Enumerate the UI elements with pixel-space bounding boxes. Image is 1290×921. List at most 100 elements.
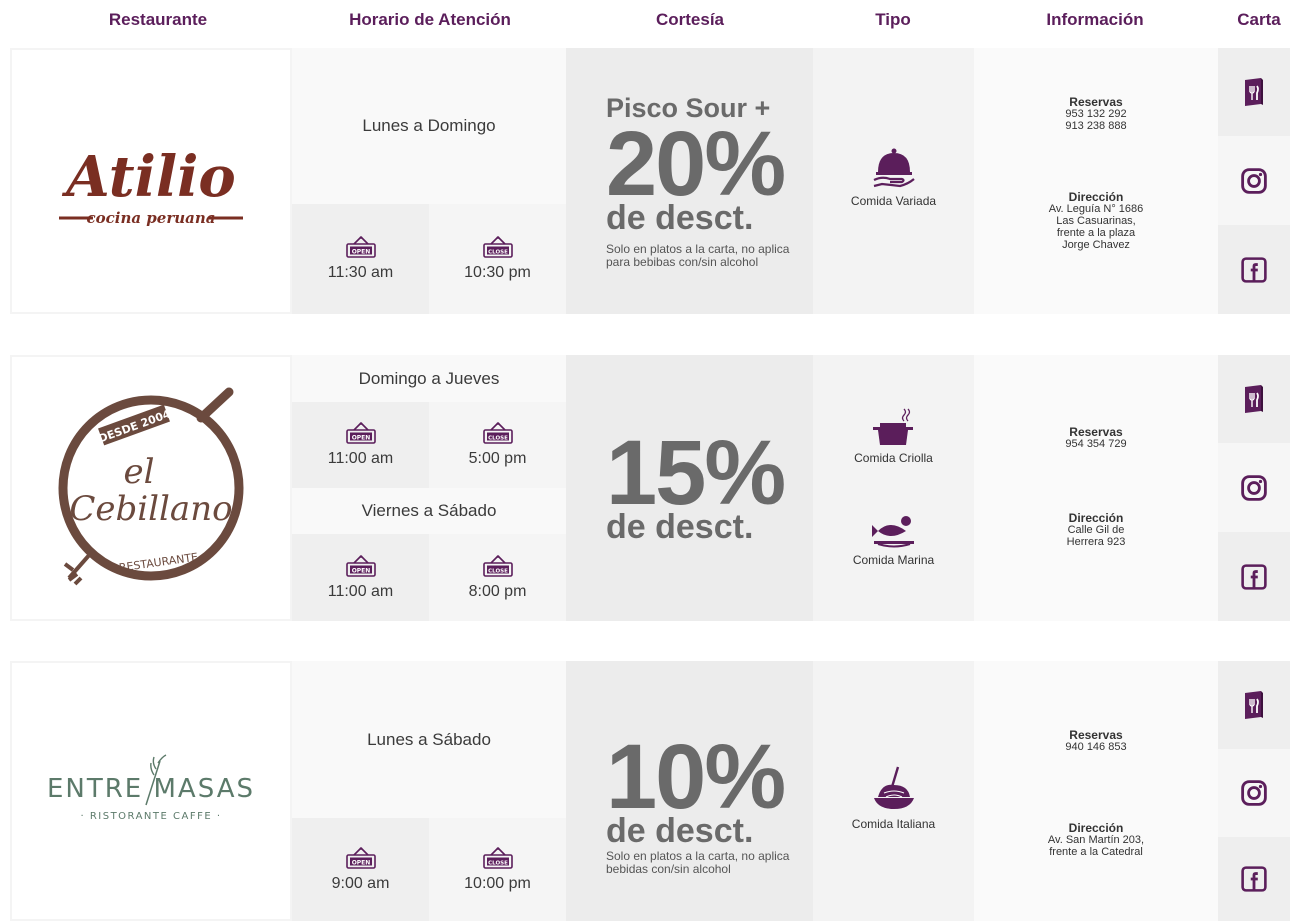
header-cortesia: Cortesía [655,10,725,29]
open-time: 11:00 am [327,450,394,467]
close-sign-icon: CLOSE [482,236,514,258]
header-tipo: Tipo [875,10,911,29]
cebillano-logo-image: DESDE 2004 el Cebillano RESTAURANTE [58,387,244,586]
facebook-icon [1241,257,1267,283]
tipo-label: Comida Criolla [854,451,933,465]
cebillano-tipo: Comida Criolla Comida Marina [813,355,974,621]
facebook-button[interactable] [1218,225,1290,314]
atilio-info: Reservas 953 132 292 913 238 888 Direcci… [974,48,1218,314]
entremasas-info: Reservas 940 146 853 Dirección Av. San M… [974,661,1218,921]
opening-time: OPEN 11:00 am [292,402,429,488]
discount-percent: 15% [606,422,786,524]
pasta-icon [873,766,914,809]
schedule-days: Viernes a Sábado [292,488,566,534]
closing-time: CLOSE 10:00 pm [429,818,566,921]
fish-dish-icon [871,516,914,548]
entremasas-logo-image: ENTRE MASAS · RISTORANTE CAFFE · [47,754,255,822]
facebook-button[interactable] [1218,837,1290,921]
schedule-days: Domingo a Jueves [292,355,566,402]
header-horario: Horario de Atención [349,10,511,29]
open-time: 11:30 am [327,264,394,281]
opening-time: OPEN 11:30 am [292,204,429,314]
entremasas-hours: Lunes a Sábado OPEN 9:00 am CLOSE 10:00 … [292,661,566,921]
address-line: Las Casuarinas, [1056,215,1136,227]
phone-number[interactable]: 953 132 292 [974,108,1218,120]
closing-time: CLOSE 5:00 pm [429,402,566,488]
instagram-icon [1241,168,1267,194]
cebillano-carta [1218,355,1290,621]
tipo-item: Comida Marina [813,513,974,567]
svg-text:el: el [124,452,155,492]
svg-text:ENTRE MASAS: ENTRE MASAS [47,774,255,804]
direccion-block: Dirección Av. San Martín 203, frente a l… [974,822,1218,858]
instagram-button[interactable] [1218,749,1290,837]
svg-text:Cebillano: Cebillano [69,489,232,529]
header-informacion: Información [1046,10,1144,29]
entremasas-carta [1218,661,1290,921]
svg-text:OPEN: OPEN [351,859,370,866]
discount-label: de desct. [606,199,754,237]
menu-icon [1242,77,1266,107]
close-sign-icon: CLOSE [482,422,514,444]
closing-time: CLOSE 10:30 pm [429,204,566,314]
discount-note: Solo en platos a la carta, no aplica beb… [606,849,790,876]
svg-text:CLOSE: CLOSE [488,860,508,866]
reservas-label: Reservas [1069,425,1123,439]
address-line: Av. Leguía N° 1686 [1048,203,1144,215]
entremasas-logo[interactable]: ENTRE MASAS · RISTORANTE CAFFE · [10,661,292,921]
direccion-block: Dirección Calle Gil de Herrera 923 [974,512,1218,548]
open-time: 11:00 am [327,582,394,600]
instagram-button[interactable] [1218,136,1290,225]
closing-time: CLOSE 8:00 pm [429,534,566,621]
restaurant-row-cebillano: DESDE 2004 el Cebillano RESTAURANTE Domi… [0,355,1290,621]
facebook-button[interactable] [1218,532,1290,621]
instagram-icon [1241,780,1267,806]
menu-button[interactable] [1218,661,1290,749]
svg-text:OPEN: OPEN [351,434,370,441]
atilio-logo[interactable]: Atilio cocina peruana [10,48,292,314]
reservas-block: Reservas 954 354 729 [974,426,1218,450]
cebillano-logo[interactable]: DESDE 2004 el Cebillano RESTAURANTE [10,355,292,621]
entremasas-cortesia: 10% de desct. Solo en platos a la carta,… [566,661,813,921]
svg-text:OPEN: OPEN [351,248,370,255]
header-restaurante: Restaurante [108,10,208,29]
address-line: frente a la plaza [1056,227,1136,239]
direccion-label: Dirección [1068,821,1124,835]
menu-button[interactable] [1218,355,1290,443]
cebillano-hours: Domingo a Jueves OPEN 11:00 am CLOSE 5:0… [292,355,566,621]
open-sign-icon: OPEN [345,236,377,258]
address-line: Herrera 923 [1066,536,1126,548]
address-line: Jorge Chavez [1062,239,1130,251]
discount-percent: 10% [606,726,786,828]
opening-time: OPEN 11:00 am [292,534,429,621]
close-sign-icon: CLOSE [482,555,514,577]
direccion-label: Dirección [1068,511,1124,525]
restaurant-row-atilio: Atilio cocina peruana Lunes a Domingo OP… [0,48,1290,314]
restaurant-row-entremasas: ENTRE MASAS · RISTORANTE CAFFE · Lunes a… [0,661,1290,921]
address-line: Av. San Martín 203, [1047,834,1145,846]
instagram-button[interactable] [1218,443,1290,532]
svg-text:cocina peruana: cocina peruana [86,209,215,227]
svg-text:CLOSE: CLOSE [488,568,508,574]
reservas-label: Reservas [1069,95,1123,109]
cebillano-cortesia: 15% de desct. [566,355,813,621]
phone-number[interactable]: 913 238 888 [974,120,1218,132]
close-time: 10:00 pm [464,874,531,892]
schedule-days: Lunes a Sábado [292,661,566,818]
facebook-icon [1241,866,1267,892]
tipo-item: Comida Criolla [813,407,974,465]
phone-number[interactable]: 954 354 729 [974,438,1218,450]
reservas-block: Reservas 940 146 853 [974,729,1218,753]
address-line: frente a la Catedral [1049,846,1143,858]
atilio-carta [1218,48,1290,314]
menu-button[interactable] [1218,48,1290,136]
open-sign-icon: OPEN [345,555,377,577]
open-sign-icon: OPEN [345,847,377,869]
cebillano-info: Reservas 954 354 729 Dirección Calle Gil… [974,355,1218,621]
phone-number[interactable]: 940 146 853 [974,741,1218,753]
reservas-block: Reservas 953 132 292 913 238 888 [974,96,1218,132]
header-carta: Carta [1237,10,1281,29]
reservas-label: Reservas [1069,728,1123,742]
svg-text:OPEN: OPEN [351,567,370,574]
discount-label: de desct. [606,812,754,850]
